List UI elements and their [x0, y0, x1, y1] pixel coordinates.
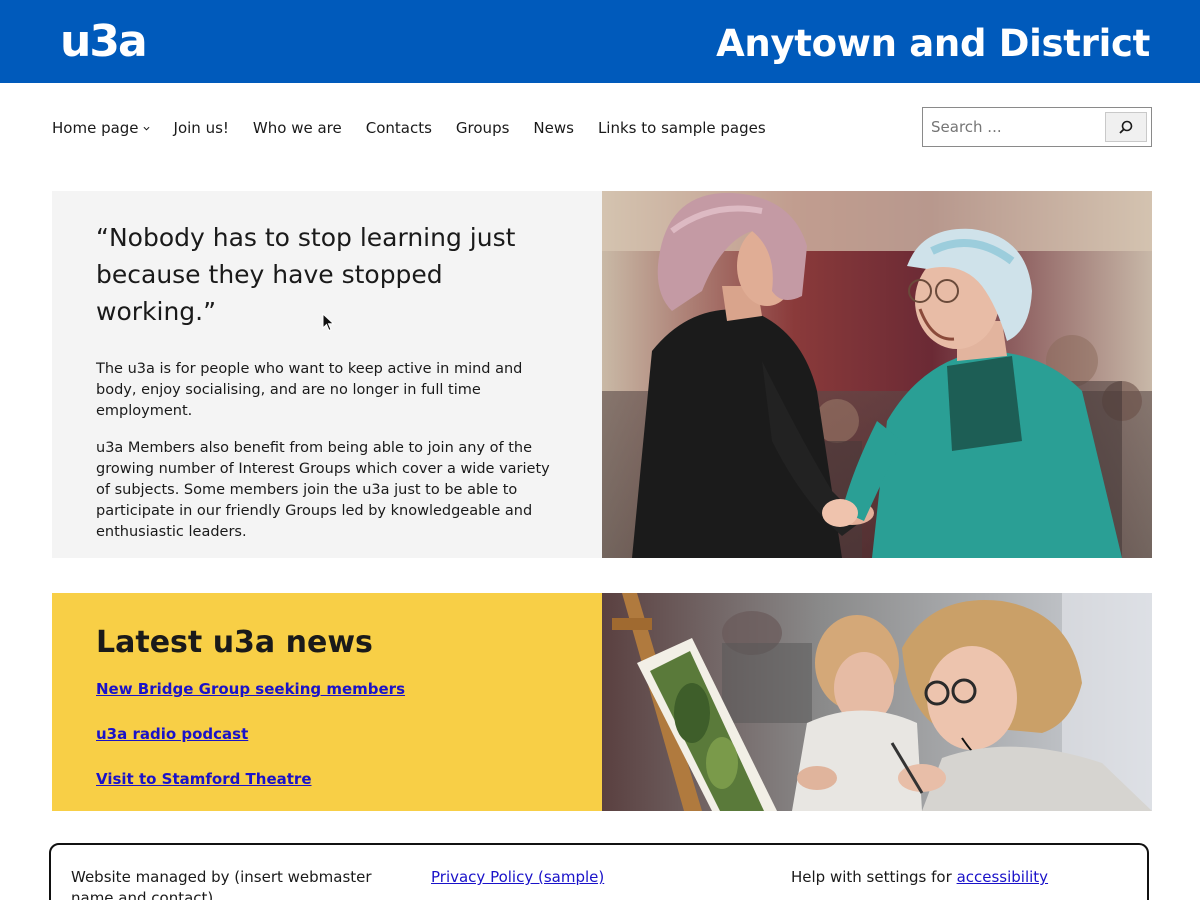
- privacy-policy-link[interactable]: Privacy Policy (sample): [431, 868, 604, 886]
- hero-paragraph-1: The u3a is for people who want to keep a…: [96, 361, 523, 419]
- nav-item-links-to-sample-pages[interactable]: Links to sample pages: [598, 119, 766, 137]
- accessibility-link[interactable]: accessibility: [957, 868, 1049, 886]
- search-button[interactable]: [1105, 112, 1147, 142]
- news-heading: Latest u3a news: [96, 625, 373, 660]
- site-footer: Website managed by (insert webmaster nam…: [49, 843, 1149, 900]
- footer-help-text: Help with settings for: [791, 868, 952, 886]
- nav-item-contacts[interactable]: Contacts: [366, 119, 432, 137]
- news-link-stamford-theatre[interactable]: Visit to Stamford Theatre: [96, 770, 312, 788]
- nav-item-who-we-are[interactable]: Who we are: [253, 119, 342, 137]
- site-title: Anytown and District: [716, 22, 1150, 65]
- nav-item-home-page[interactable]: Home page: [52, 119, 150, 137]
- hero-photo-illustration: [602, 191, 1152, 558]
- news-photo-illustration: [602, 593, 1152, 811]
- hero-photo-two-women-laughing: [602, 191, 1152, 558]
- search-input[interactable]: [924, 109, 1104, 145]
- chevron-down-icon: [143, 126, 150, 131]
- site-header: u3a Anytown and District: [0, 0, 1200, 83]
- hero-paragraph-2: u3a Members also benefit from being able…: [96, 440, 550, 540]
- footer-accessibility-column: Help with settings for accessibility: [791, 867, 1048, 888]
- hero-text-panel: “Nobody has to stop learning just becaus…: [52, 191, 602, 558]
- mouse-pointer-icon: [322, 313, 335, 332]
- u3a-logo[interactable]: u3a: [60, 18, 148, 66]
- search-icon: [1119, 120, 1133, 134]
- latest-news-panel: Latest u3a news New Bridge Group seeking…: [52, 593, 602, 811]
- nav-item-label: Home page: [52, 119, 139, 137]
- search-form: [922, 107, 1152, 147]
- main-navigation: Home page Join us! Who we are Contacts G…: [52, 116, 790, 140]
- footer-managed-by: Website managed by (insert webmaster nam…: [71, 868, 372, 900]
- nav-item-join-us[interactable]: Join us!: [174, 119, 229, 137]
- nav-item-groups[interactable]: Groups: [456, 119, 509, 137]
- news-link-radio-podcast[interactable]: u3a radio podcast: [96, 725, 248, 743]
- news-photo-painting-class: [602, 593, 1152, 811]
- footer-privacy-column: Privacy Policy (sample): [431, 867, 604, 888]
- news-link-bridge-group[interactable]: New Bridge Group seeking members: [96, 680, 405, 698]
- nav-item-news[interactable]: News: [533, 119, 574, 137]
